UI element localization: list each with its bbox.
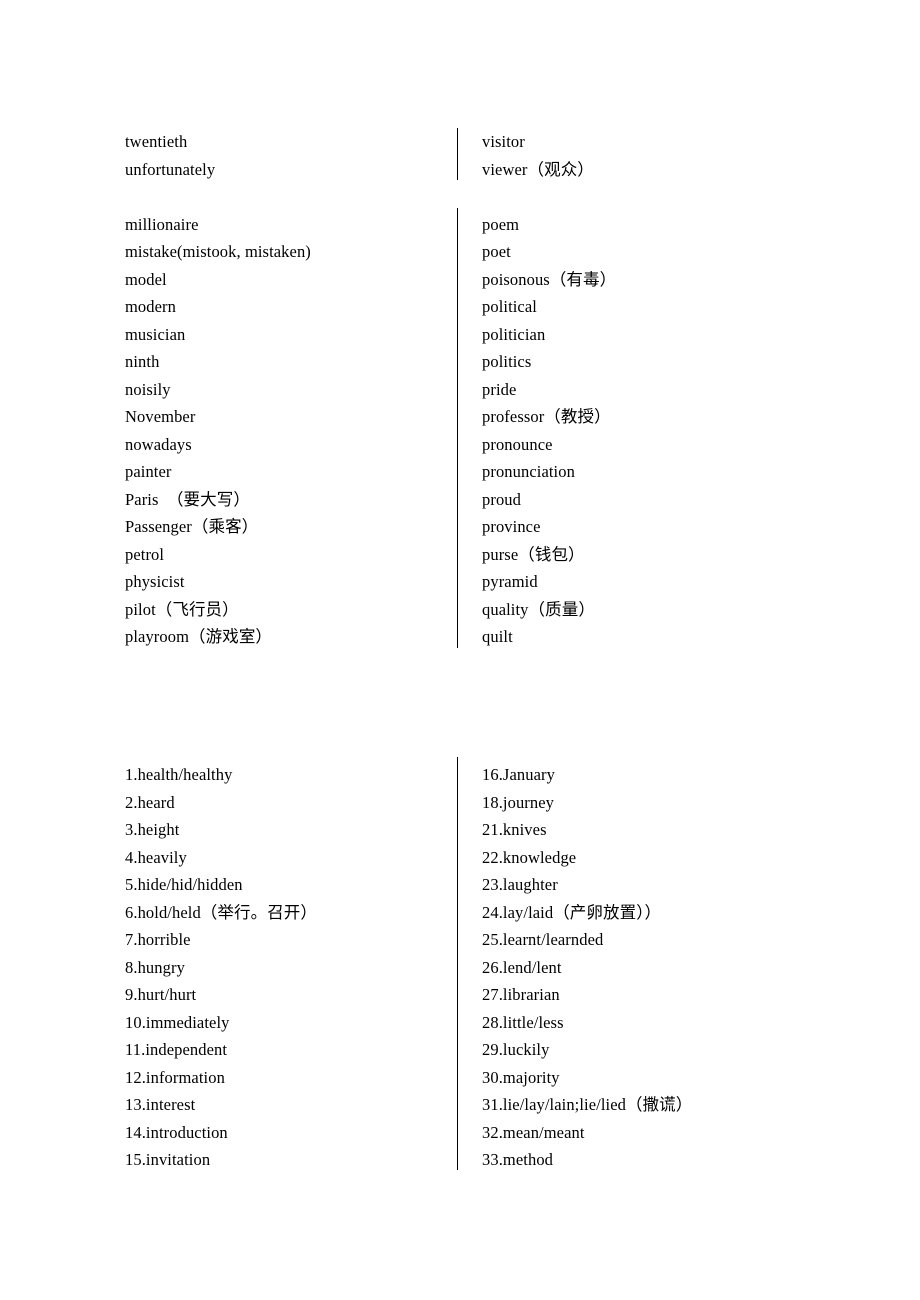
- word-entry: petrol: [125, 544, 165, 564]
- numbered-entry: 28.little/less: [482, 1012, 564, 1032]
- numbered-entry: 2.heard: [125, 792, 175, 812]
- word-entry: politics: [482, 352, 532, 371]
- numbered-entry: 1.health/healthy: [125, 765, 233, 784]
- numbered-entry: 21.knives: [482, 820, 547, 839]
- numbered-entry: 10.immediately: [125, 1012, 230, 1032]
- word-entry: pyramid: [482, 572, 538, 591]
- word-entry: November: [125, 407, 196, 426]
- word-entry: millionaire: [125, 214, 199, 234]
- word-list-right-column: visitor viewer（观众） poem poet poisonous（有…: [482, 128, 882, 651]
- numbered-entry: 5.hide/hid/hidden: [125, 875, 243, 894]
- word-entry: quality（质量）: [482, 599, 595, 619]
- word-entry: unfortunately: [125, 159, 216, 179]
- word-entry: purse（钱包）: [482, 544, 585, 564]
- word-entry: province: [482, 517, 541, 536]
- numbered-entry: 4.heavily: [125, 847, 187, 867]
- numbered-entry: 3.height: [125, 820, 180, 839]
- word-entry: poet: [482, 242, 511, 261]
- word-entry: politician: [482, 324, 546, 344]
- document-page: twentieth unfortunately millionaire mist…: [0, 0, 920, 1300]
- numbered-entry: 16.January: [482, 765, 555, 784]
- word-list-left-column: twentieth unfortunately millionaire mist…: [125, 128, 445, 651]
- word-entry: ninth: [125, 352, 160, 371]
- word-entry: model: [125, 269, 167, 289]
- word-entry: professor（教授）: [482, 407, 611, 426]
- numbered-entry: 22.knowledge: [482, 847, 577, 867]
- numbered-entry: 29.luckily: [482, 1040, 550, 1059]
- column-divider-rule: [457, 208, 459, 648]
- numbered-entry: 27.librarian: [482, 985, 560, 1004]
- numbered-entry: 25.learnt/learnded: [482, 930, 604, 949]
- numbered-entry: 31.lie/lay/lain;lie/lied（撒谎）: [482, 1095, 693, 1114]
- numbered-entry: 23.laughter: [482, 875, 558, 894]
- word-entry: poem: [482, 214, 520, 234]
- word-block: visitor viewer（观众）: [482, 128, 882, 183]
- word-entry: poisonous（有毒）: [482, 269, 617, 289]
- word-entry: pride: [482, 379, 517, 399]
- word-entry: modern: [125, 297, 177, 316]
- numbered-entry: 26.lend/lent: [482, 957, 562, 977]
- word-entry: quilt: [482, 627, 513, 646]
- word-entry: Paris （要大写）: [125, 489, 250, 509]
- numbered-entry: 15.invitation: [125, 1150, 211, 1169]
- numbered-entry: 30.majority: [482, 1067, 560, 1087]
- word-entry: noisily: [125, 379, 171, 399]
- numbered-list-left-column: 1.health/healthy 2.heard 3.height 4.heav…: [125, 761, 445, 1174]
- numbered-entry: 6.hold/held（举行。召开）: [125, 902, 318, 922]
- word-entry: pilot（飞行员）: [125, 599, 239, 619]
- word-entry: twentieth: [125, 132, 188, 151]
- numbered-entry: 18.journey: [482, 792, 555, 812]
- column-divider-rule: [457, 128, 459, 180]
- numbered-list-right-column: 16.January 18.journey 21.knives 22.knowl…: [482, 761, 882, 1174]
- numbered-entry: 24.lay/laid（产卵放置））: [482, 902, 662, 922]
- numbered-entry: 11.independent: [125, 1040, 228, 1059]
- word-entry: nowadays: [125, 434, 192, 454]
- numbered-entry: 14.introduction: [125, 1122, 228, 1142]
- word-entry: mistake(mistook, mistaken): [125, 242, 311, 261]
- numbered-entry: 13.interest: [125, 1095, 196, 1114]
- word-entry: Passenger（乘客）: [125, 517, 259, 536]
- numbered-entry: 7.horrible: [125, 930, 191, 949]
- column-divider-rule: [457, 757, 459, 1170]
- word-entry: political: [482, 297, 537, 316]
- word-block: poem poet poisonous（有毒） political politi…: [482, 211, 882, 651]
- word-entry: playroom（游戏室）: [125, 627, 273, 646]
- word-entry: painter: [125, 462, 172, 481]
- numbered-entry: 12.information: [125, 1067, 225, 1087]
- word-block: millionaire mistake(mistook, mistaken) m…: [125, 211, 445, 651]
- word-entry: pronunciation: [482, 462, 575, 481]
- word-block: twentieth unfortunately: [125, 128, 445, 183]
- word-entry: musician: [125, 324, 186, 344]
- numbered-entry: 8.hungry: [125, 957, 185, 977]
- numbered-entry: 9.hurt/hurt: [125, 985, 197, 1004]
- word-entry: pronounce: [482, 434, 553, 454]
- numbered-entry: 32.mean/meant: [482, 1122, 585, 1142]
- word-entry: viewer（观众）: [482, 159, 594, 179]
- numbered-entry: 33.method: [482, 1150, 554, 1169]
- word-entry: visitor: [482, 132, 525, 151]
- word-entry: proud: [482, 489, 521, 509]
- word-entry: physicist: [125, 572, 185, 591]
